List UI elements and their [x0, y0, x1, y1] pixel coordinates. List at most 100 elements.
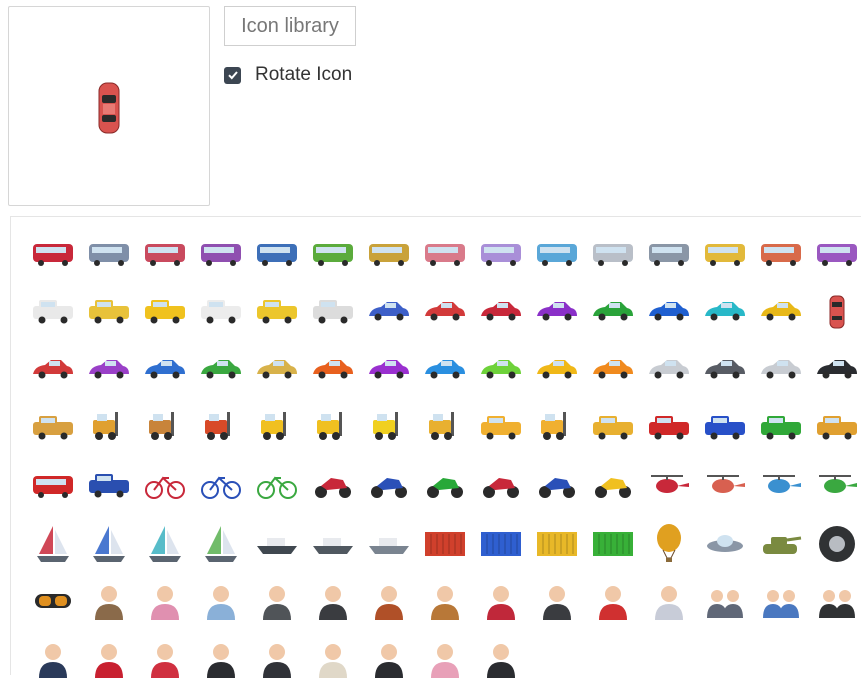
icon-cell[interactable]	[137, 457, 193, 515]
icon-cell[interactable]	[809, 573, 865, 631]
icon-cell[interactable]	[529, 515, 585, 573]
icon-cell[interactable]	[473, 457, 529, 515]
icon-cell[interactable]	[641, 341, 697, 399]
icon-cell[interactable]	[585, 515, 641, 573]
icon-cell[interactable]	[193, 573, 249, 631]
icon-cell[interactable]	[361, 283, 417, 341]
icon-cell[interactable]	[137, 225, 193, 283]
icon-cell[interactable]	[249, 283, 305, 341]
icon-cell[interactable]	[193, 399, 249, 457]
icon-cell[interactable]	[641, 573, 697, 631]
icon-cell[interactable]	[137, 515, 193, 573]
checkbox-checked-icon[interactable]	[224, 66, 241, 84]
icon-cell[interactable]	[361, 399, 417, 457]
icon-cell[interactable]	[809, 399, 865, 457]
icon-cell[interactable]	[25, 225, 81, 283]
icon-cell[interactable]	[473, 283, 529, 341]
icon-cell[interactable]	[753, 341, 809, 399]
icon-cell[interactable]	[81, 341, 137, 399]
rotate-icon-checkbox[interactable]: Rotate Icon	[224, 64, 352, 86]
icon-cell[interactable]	[137, 573, 193, 631]
icon-cell[interactable]	[585, 341, 641, 399]
icon-cell[interactable]	[529, 457, 585, 515]
icon-cell[interactable]	[25, 283, 81, 341]
icon-cell[interactable]	[417, 457, 473, 515]
icon-cell[interactable]	[305, 515, 361, 573]
icon-cell[interactable]	[697, 283, 753, 341]
icon-cell[interactable]	[753, 225, 809, 283]
icon-cell[interactable]	[81, 631, 137, 689]
icon-cell[interactable]	[25, 341, 81, 399]
icon-cell[interactable]	[697, 341, 753, 399]
icon-cell[interactable]	[305, 341, 361, 399]
icon-cell[interactable]	[81, 515, 137, 573]
icon-cell[interactable]	[585, 457, 641, 515]
icon-cell[interactable]	[585, 573, 641, 631]
icon-cell[interactable]	[641, 515, 697, 573]
icon-library-button[interactable]: Icon library	[224, 6, 356, 46]
icon-cell[interactable]	[753, 515, 809, 573]
icon-cell[interactable]	[25, 457, 81, 515]
icon-cell[interactable]	[25, 573, 81, 631]
icon-cell[interactable]	[697, 515, 753, 573]
icon-cell[interactable]	[417, 225, 473, 283]
icon-cell[interactable]	[417, 515, 473, 573]
icon-cell[interactable]	[249, 515, 305, 573]
icon-cell[interactable]	[81, 573, 137, 631]
icon-cell[interactable]	[753, 457, 809, 515]
icon-cell[interactable]	[753, 573, 809, 631]
icon-cell[interactable]	[809, 515, 865, 573]
icon-cell[interactable]	[193, 631, 249, 689]
icon-cell[interactable]	[25, 399, 81, 457]
icon-cell[interactable]	[305, 225, 361, 283]
icon-cell[interactable]	[809, 283, 865, 341]
icon-cell[interactable]	[529, 573, 585, 631]
icon-cell[interactable]	[249, 573, 305, 631]
icon-cell[interactable]	[249, 225, 305, 283]
icon-cell[interactable]	[81, 399, 137, 457]
icon-cell[interactable]	[641, 225, 697, 283]
icon-cell[interactable]	[81, 283, 137, 341]
icon-cell[interactable]	[529, 341, 585, 399]
icon-cell[interactable]	[249, 399, 305, 457]
icon-cell[interactable]	[473, 515, 529, 573]
icon-cell[interactable]	[249, 341, 305, 399]
icon-cell[interactable]	[137, 283, 193, 341]
icon-cell[interactable]	[305, 631, 361, 689]
icon-cell[interactable]	[417, 573, 473, 631]
icon-cell[interactable]	[473, 573, 529, 631]
icon-cell[interactable]	[585, 283, 641, 341]
icon-cell[interactable]	[417, 631, 473, 689]
icon-cell[interactable]	[473, 341, 529, 399]
icon-cell[interactable]	[361, 631, 417, 689]
icon-cell[interactable]	[697, 573, 753, 631]
icon-cell[interactable]	[641, 457, 697, 515]
icon-cell[interactable]	[753, 283, 809, 341]
icon-cell[interactable]	[193, 515, 249, 573]
icon-cell[interactable]	[809, 341, 865, 399]
icon-cell[interactable]	[473, 399, 529, 457]
icon-cell[interactable]	[473, 631, 529, 689]
icon-cell[interactable]	[193, 341, 249, 399]
icon-cell[interactable]	[193, 457, 249, 515]
icon-cell[interactable]	[193, 225, 249, 283]
icon-cell[interactable]	[305, 457, 361, 515]
icon-cell[interactable]	[641, 399, 697, 457]
icon-cell[interactable]	[417, 341, 473, 399]
icon-cell[interactable]	[417, 283, 473, 341]
icon-cell[interactable]	[697, 225, 753, 283]
icon-cell[interactable]	[529, 225, 585, 283]
icon-cell[interactable]	[529, 399, 585, 457]
icon-cell[interactable]	[25, 515, 81, 573]
icon-cell[interactable]	[697, 399, 753, 457]
icon-cell[interactable]	[81, 225, 137, 283]
icon-cell[interactable]	[473, 225, 529, 283]
icon-cell[interactable]	[81, 457, 137, 515]
icon-cell[interactable]	[585, 225, 641, 283]
icon-cell[interactable]	[305, 399, 361, 457]
icon-cell[interactable]	[585, 399, 641, 457]
icon-cell[interactable]	[697, 457, 753, 515]
icon-cell[interactable]	[361, 457, 417, 515]
icon-cell[interactable]	[417, 399, 473, 457]
icon-cell[interactable]	[361, 341, 417, 399]
